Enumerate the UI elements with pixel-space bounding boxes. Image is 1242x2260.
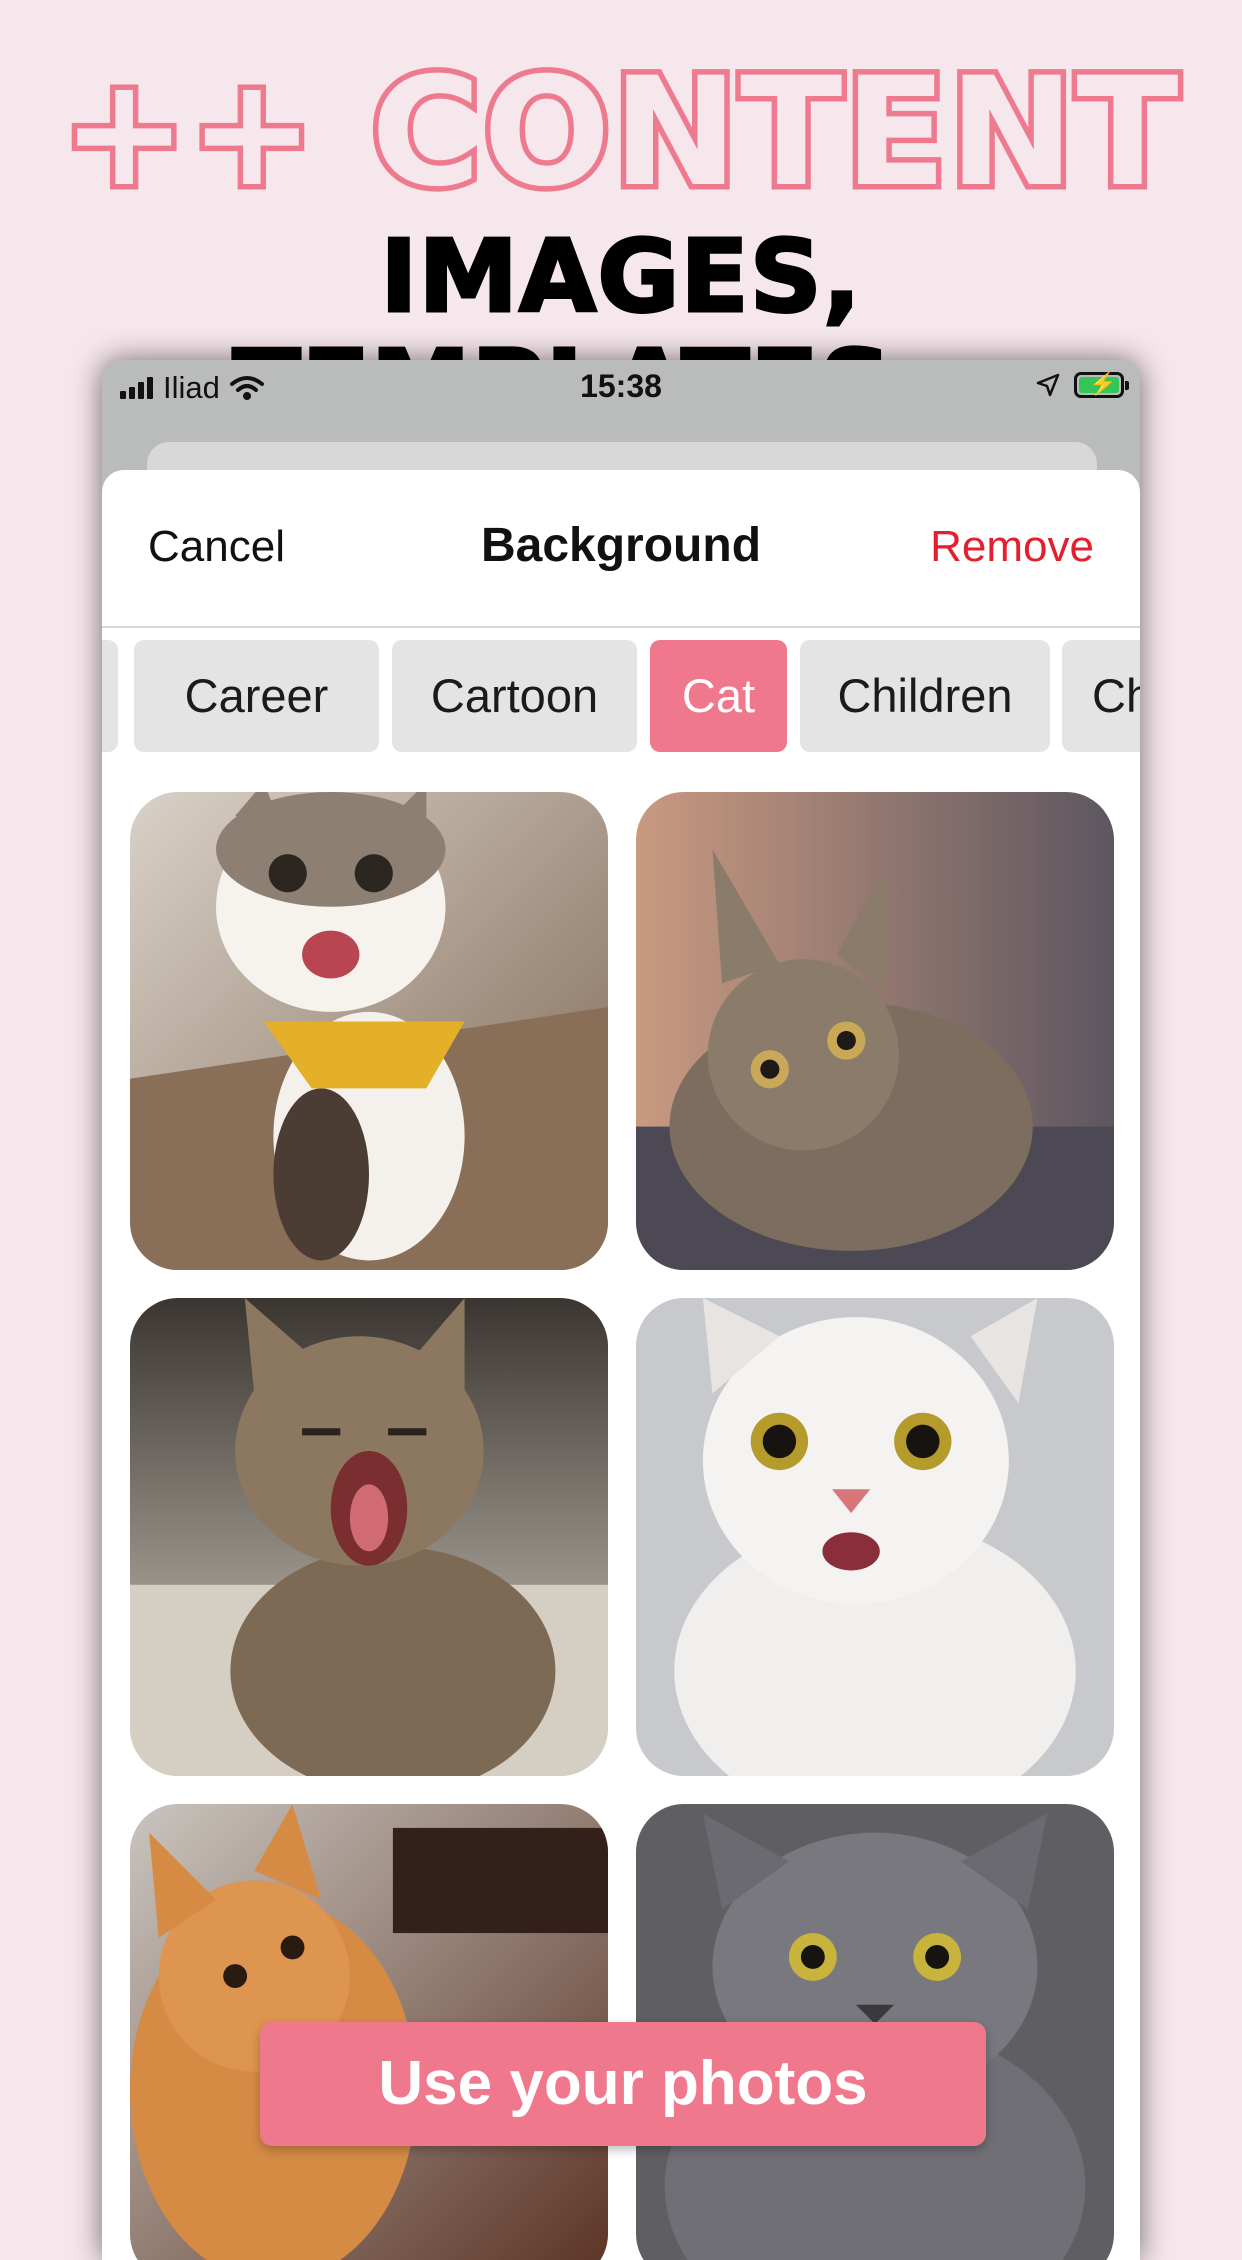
category-chip-cat[interactable]: Cat [650, 640, 787, 752]
sheet-nav-bar: Cancel Background Remove [102, 470, 1140, 628]
remove-button[interactable]: Remove [930, 522, 1094, 572]
photo-tile[interactable] [636, 1298, 1114, 1776]
cat-photo [130, 1298, 608, 1776]
photo-tile[interactable] [130, 792, 608, 1270]
category-chip-partial[interactable] [102, 640, 118, 752]
category-chip-cartoon[interactable]: Cartoon [392, 640, 637, 752]
status-bar: Iliad 15:38 ⚡ [102, 360, 1140, 416]
location-arrow-icon [1036, 373, 1060, 397]
background-picker-sheet: Cancel Background Remove Career Cartoon … [102, 470, 1140, 2260]
battery-icon: ⚡ [1074, 371, 1129, 398]
use-your-photos-button[interactable]: Use your photos [260, 2022, 986, 2146]
cat-photo [636, 1298, 1114, 1776]
photo-tile[interactable] [130, 1298, 608, 1776]
clock: 15:38 [580, 368, 662, 404]
cat-photo [636, 792, 1114, 1270]
category-scroller[interactable]: Career Cartoon Cat Children Chr [102, 640, 1140, 752]
cat-photo [130, 792, 608, 1270]
category-chip-children[interactable]: Children [800, 640, 1050, 752]
category-chip-partial-next[interactable]: Chr [1062, 640, 1140, 752]
promo-headline: ++ CONTENT [56, 46, 1184, 220]
photo-tile[interactable] [636, 792, 1114, 1270]
phone-screen: Iliad 15:38 ⚡ Cancel Background Remove C… [102, 360, 1140, 2260]
category-chip-career[interactable]: Career [134, 640, 379, 752]
